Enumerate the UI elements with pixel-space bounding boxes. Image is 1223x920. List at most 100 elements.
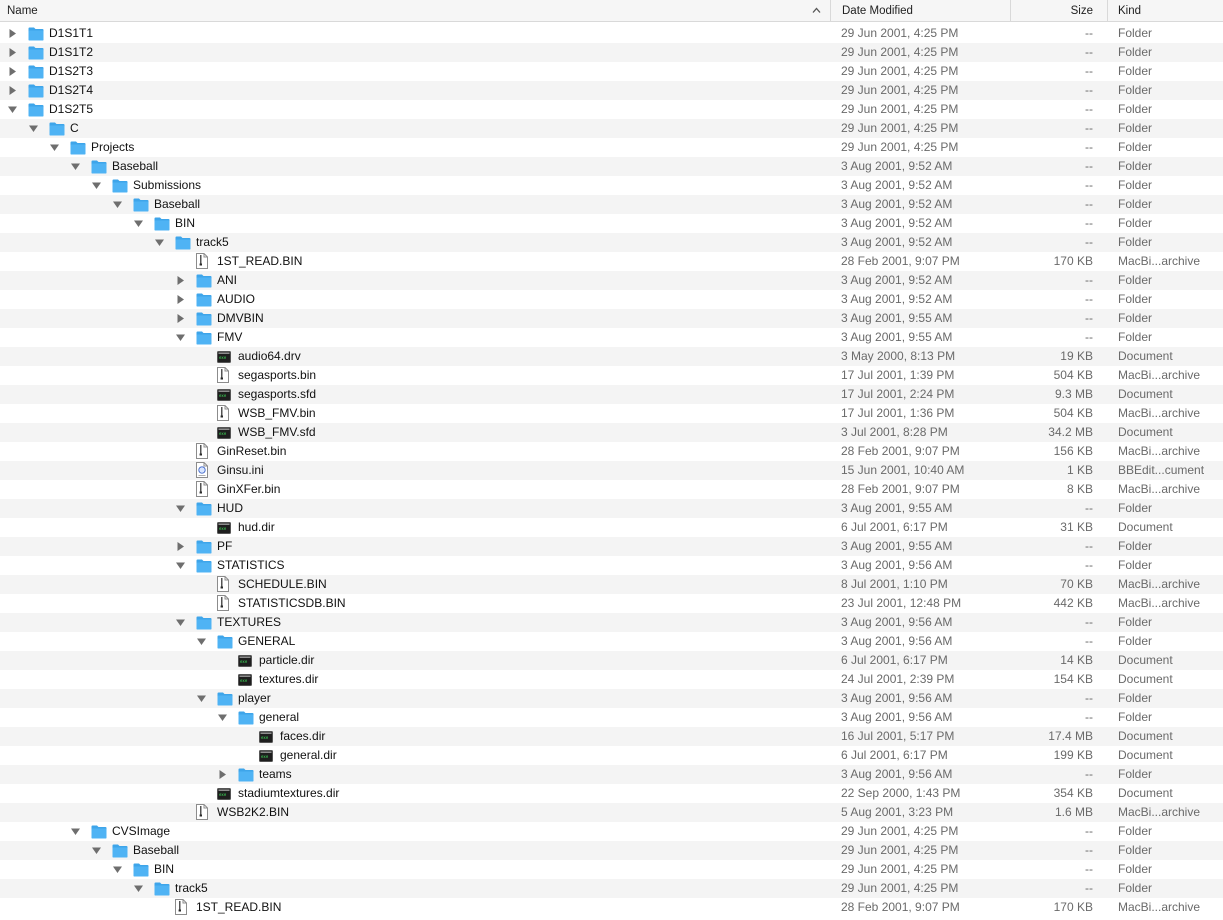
file-row[interactable]: BIN 29 Jun 2001, 4:25 PM -- Folder	[0, 860, 1223, 879]
disclosure-triangle-collapsed-icon[interactable]	[175, 275, 186, 286]
folder-icon	[112, 844, 128, 858]
disclosure-triangle-expanded-icon[interactable]	[91, 845, 102, 856]
disclosure-triangle-collapsed-icon[interactable]	[7, 28, 18, 39]
date-modified: 3 Aug 2001, 9:55 AM	[841, 501, 953, 515]
file-row[interactable]: exe segasports.sfd 17 Jul 2001, 2:24 PM 9.3…	[0, 385, 1223, 404]
disclosure-triangle-collapsed-icon[interactable]	[7, 66, 18, 77]
file-row[interactable]: STATISTICSDB.BIN 23 Jul 2001, 12:48 PM 442…	[0, 594, 1223, 613]
disclosure-triangle-expanded-icon[interactable]	[217, 712, 228, 723]
date-modified: 3 Jul 2001, 8:28 PM	[841, 425, 948, 439]
disclosure-triangle-expanded-icon[interactable]	[175, 332, 186, 343]
archive-document-icon	[196, 481, 208, 497]
file-row[interactable]: exe general.dir 6 Jul 2001, 6:17 PM 199 KB D…	[0, 746, 1223, 765]
file-row[interactable]: WSB2K2.BIN 5 Aug 2001, 3:23 PM 1.6 MB MacBi…	[0, 803, 1223, 822]
file-row[interactable]: exe WSB_FMV.sfd 3 Jul 2001, 8:28 PM 34.2 MB…	[0, 423, 1223, 442]
file-size: 8 KB	[1066, 482, 1093, 496]
file-row[interactable]: D1S1T2 29 Jun 2001, 4:25 PM -- Folder	[0, 43, 1223, 62]
disclosure-triangle-expanded-icon[interactable]	[49, 142, 60, 153]
file-row[interactable]: STATISTICS 3 Aug 2001, 9:56 AM -- Folder	[0, 556, 1223, 575]
file-row[interactable]: Ginsu.ini 15 Jun 2001, 10:40 AM 1 KB BBEdit…	[0, 461, 1223, 480]
disclosure-triangle-expanded-icon[interactable]	[70, 826, 81, 837]
column-header-kind[interactable]: Kind	[1107, 0, 1223, 22]
file-row[interactable]: exe particle.dir 6 Jul 2001, 6:17 PM 14 KB D…	[0, 651, 1223, 670]
disclosure-triangle-expanded-icon[interactable]	[175, 560, 186, 571]
column-header-date-modified[interactable]: Date Modified	[830, 0, 1010, 22]
file-row[interactable]: D1S2T4 29 Jun 2001, 4:25 PM -- Folder	[0, 81, 1223, 100]
column-header-name[interactable]: Name	[0, 0, 830, 22]
file-row[interactable]: D1S1T1 29 Jun 2001, 4:25 PM -- Folder	[0, 24, 1223, 43]
file-name: CVSImage	[112, 824, 171, 838]
file-kind: Document	[1118, 653, 1173, 667]
disclosure-triangle-expanded-icon[interactable]	[133, 883, 144, 894]
file-row[interactable]: Baseball 3 Aug 2001, 9:52 AM -- Folder	[0, 157, 1223, 176]
disclosure-triangle-expanded-icon[interactable]	[133, 218, 144, 229]
file-row[interactable]: DMVBIN 3 Aug 2001, 9:55 AM -- Folder	[0, 309, 1223, 328]
file-name: ANI	[217, 273, 238, 287]
disclosure-triangle-expanded-icon[interactable]	[196, 636, 207, 647]
disclosure-triangle-expanded-icon[interactable]	[28, 123, 39, 134]
file-row[interactable]: FMV 3 Aug 2001, 9:55 AM -- Folder	[0, 328, 1223, 347]
file-row[interactable]: CVSImage 29 Jun 2001, 4:25 PM -- Folder	[0, 822, 1223, 841]
folder-icon	[28, 27, 44, 41]
file-row[interactable]: exe textures.dir 24 Jul 2001, 2:39 PM 154 K…	[0, 670, 1223, 689]
file-size: --	[1085, 501, 1093, 515]
file-row[interactable]: D1S2T5 29 Jun 2001, 4:25 PM -- Folder	[0, 100, 1223, 119]
file-name: STATISTICSDB.BIN	[238, 596, 346, 610]
disclosure-triangle-collapsed-icon[interactable]	[175, 313, 186, 324]
disclosure-triangle-expanded-icon[interactable]	[7, 104, 18, 115]
svg-text:exe: exe	[219, 526, 227, 531]
disclosure-triangle-collapsed-icon[interactable]	[175, 541, 186, 552]
file-size: --	[1085, 862, 1093, 876]
file-row[interactable]: track5 3 Aug 2001, 9:52 AM -- Folder	[0, 233, 1223, 252]
file-kind: Folder	[1118, 843, 1153, 857]
file-row[interactable]: 1ST_READ.BIN 28 Feb 2001, 9:07 PM 170 KB Ma…	[0, 252, 1223, 271]
disclosure-triangle-expanded-icon[interactable]	[70, 161, 81, 172]
file-row[interactable]: general 3 Aug 2001, 9:56 AM -- Folder	[0, 708, 1223, 727]
disclosure-triangle-expanded-icon[interactable]	[175, 617, 186, 628]
disclosure-triangle-expanded-icon[interactable]	[196, 693, 207, 704]
file-row[interactable]: segasports.bin 17 Jul 2001, 1:39 PM 504 KB…	[0, 366, 1223, 385]
date-modified: 6 Jul 2001, 6:17 PM	[841, 748, 948, 762]
disclosure-triangle-collapsed-icon[interactable]	[7, 85, 18, 96]
file-name: GinXFer.bin	[217, 482, 281, 496]
file-row[interactable]: Baseball 3 Aug 2001, 9:52 AM -- Folder	[0, 195, 1223, 214]
file-row[interactable]: exe faces.dir 16 Jul 2001, 5:17 PM 17.4 MB D…	[0, 727, 1223, 746]
disclosure-triangle-collapsed-icon[interactable]	[175, 294, 186, 305]
file-row[interactable]: Projects 29 Jun 2001, 4:25 PM -- Folder	[0, 138, 1223, 157]
disclosure-triangle-expanded-icon[interactable]	[91, 180, 102, 191]
file-row[interactable]: HUD 3 Aug 2001, 9:55 AM -- Folder	[0, 499, 1223, 518]
file-row[interactable]: PF 3 Aug 2001, 9:55 AM -- Folder	[0, 537, 1223, 556]
column-header-size[interactable]: Size	[1010, 0, 1107, 22]
disclosure-triangle-expanded-icon[interactable]	[112, 864, 123, 875]
disclosure-triangle-expanded-icon[interactable]	[154, 237, 165, 248]
file-row[interactable]: Submissions 3 Aug 2001, 9:52 AM -- Folder	[0, 176, 1223, 195]
file-row[interactable]: exe hud.dir 6 Jul 2001, 6:17 PM 31 KB Docume…	[0, 518, 1223, 537]
file-row[interactable]: SCHEDULE.BIN 8 Jul 2001, 1:10 PM 70 KB MacB…	[0, 575, 1223, 594]
file-row[interactable]: GinXFer.bin 28 Feb 2001, 9:07 PM 8 KB MacBi…	[0, 480, 1223, 499]
file-row[interactable]: D1S2T3 29 Jun 2001, 4:25 PM -- Folder	[0, 62, 1223, 81]
disclosure-triangle-expanded-icon[interactable]	[175, 503, 186, 514]
file-row[interactable]: track5 29 Jun 2001, 4:25 PM -- Folder	[0, 879, 1223, 898]
file-row[interactable]: player 3 Aug 2001, 9:56 AM -- Folder	[0, 689, 1223, 708]
file-row[interactable]: TEXTURES 3 Aug 2001, 9:56 AM -- Folder	[0, 613, 1223, 632]
file-row[interactable]: 1ST_READ.BIN 28 Feb 2001, 9:07 PM 170 KB Ma…	[0, 898, 1223, 917]
date-modified: 8 Jul 2001, 1:10 PM	[841, 577, 948, 591]
file-row[interactable]: C 29 Jun 2001, 4:25 PM -- Folder	[0, 119, 1223, 138]
file-row[interactable]: exe stadiumtextures.dir 22 Sep 2000, 1:43 …	[0, 784, 1223, 803]
disclosure-triangle-expanded-icon[interactable]	[112, 199, 123, 210]
file-row[interactable]: ANI 3 Aug 2001, 9:52 AM -- Folder	[0, 271, 1223, 290]
disclosure-triangle-collapsed-icon[interactable]	[7, 47, 18, 58]
file-row[interactable]: teams 3 Aug 2001, 9:56 AM -- Folder	[0, 765, 1223, 784]
file-row[interactable]: GinReset.bin 28 Feb 2001, 9:07 PM 156 KB Ma…	[0, 442, 1223, 461]
file-row[interactable]: WSB_FMV.bin 17 Jul 2001, 1:36 PM 504 KB Mac…	[0, 404, 1223, 423]
file-row[interactable]: Baseball 29 Jun 2001, 4:25 PM -- Folder	[0, 841, 1223, 860]
disclosure-triangle-collapsed-icon[interactable]	[217, 769, 228, 780]
file-row[interactable]: BIN 3 Aug 2001, 9:52 AM -- Folder	[0, 214, 1223, 233]
file-row[interactable]: AUDIO 3 Aug 2001, 9:52 AM -- Folder	[0, 290, 1223, 309]
date-modified: 28 Feb 2001, 9:07 PM	[841, 254, 960, 268]
file-row[interactable]: exe audio64.drv 3 May 2000, 8:13 PM 19 KB Do…	[0, 347, 1223, 366]
file-kind: Document	[1118, 748, 1173, 762]
date-modified: 17 Jul 2001, 1:39 PM	[841, 368, 955, 382]
file-size: --	[1085, 159, 1093, 173]
file-row[interactable]: GENERAL 3 Aug 2001, 9:56 AM -- Folder	[0, 632, 1223, 651]
